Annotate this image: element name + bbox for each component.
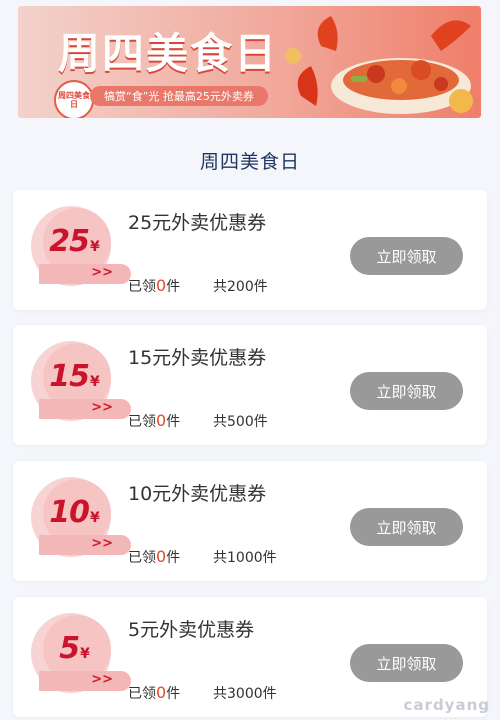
claimed-prefix: 已领 (128, 686, 156, 702)
currency-symbol: ¥ (90, 374, 100, 390)
coupon-amount-value: 25 (49, 224, 90, 259)
double-arrow-icon: >> (91, 536, 113, 551)
claimed-number: 0 (156, 547, 167, 566)
claim-coupon-button[interactable]: 立即领取 (350, 508, 463, 546)
coupon-amount-emblem: >> 5¥ (29, 609, 131, 699)
coupon-total-count: 共200件 (213, 279, 268, 295)
currency-symbol: ¥ (80, 646, 90, 662)
coupon-amount: 10¥ (29, 495, 119, 530)
coupon-total-count: 共1000件 (213, 550, 277, 566)
coupon-amount-value: 5 (59, 631, 80, 666)
claimed-suffix: 件 (166, 279, 181, 295)
currency-symbol: ¥ (90, 239, 100, 255)
emblem-arrow-strip: >> (39, 535, 131, 555)
claimed-prefix: 已领 (128, 279, 156, 295)
claimed-suffix: 件 (166, 686, 181, 702)
coupon-amount: 15¥ (29, 359, 119, 394)
double-arrow-icon: >> (91, 672, 113, 687)
claim-coupon-button[interactable]: 立即领取 (350, 237, 463, 275)
claimed-prefix: 已领 (128, 414, 156, 430)
coupon-amount-emblem: >> 10¥ (29, 473, 131, 563)
coupon-name: 15元外卖优惠券 (128, 347, 267, 369)
banner-logo-text: 周四美食日 (58, 91, 90, 109)
coupon-claimed-count: 已领0件 (128, 276, 180, 296)
coupon-card-25: >> 25¥ 25元外卖优惠券 已领0件 共200件 立即领取 (13, 190, 487, 310)
double-arrow-icon: >> (91, 400, 113, 415)
watermark: cardyang (403, 696, 490, 714)
coupon-name: 5元外卖优惠券 (128, 619, 255, 641)
section-title: 周四美食日 (199, 151, 300, 173)
coupon-name: 10元外卖优惠券 (128, 483, 267, 505)
coupon-total-count: 共500件 (213, 414, 268, 430)
claimed-prefix: 已领 (128, 550, 156, 566)
coupon-amount: 25¥ (29, 224, 119, 259)
coupon-claimed-count: 已领0件 (128, 547, 180, 567)
double-arrow-icon: >> (91, 265, 113, 280)
emblem-arrow-strip: >> (39, 264, 131, 284)
claimed-number: 0 (156, 683, 167, 702)
coupon-amount-value: 10 (49, 495, 90, 530)
claimed-number: 0 (156, 411, 167, 430)
coupon-amount-emblem: >> 25¥ (29, 202, 131, 292)
coupon-claimed-count: 已领0件 (128, 411, 180, 431)
coupon-card-10: >> 10¥ 10元外卖优惠券 已领0件 共1000件 立即领取 (13, 461, 487, 581)
crayfish-food-illustration (285, 16, 473, 114)
claimed-suffix: 件 (166, 414, 181, 430)
banner-title: 周四美食日 (58, 29, 279, 78)
emblem-arrow-strip: >> (39, 399, 131, 419)
banner-logo-badge: 周四美食日 (54, 80, 94, 118)
coupon-name: 25元外卖优惠券 (128, 212, 267, 234)
claim-coupon-button[interactable]: 立即领取 (350, 644, 463, 682)
coupon-card-15: >> 15¥ 15元外卖优惠券 已领0件 共500件 立即领取 (13, 325, 487, 445)
banner-tagline: 犒赏“食”光 抢最高25元外卖券 (90, 86, 268, 106)
currency-symbol: ¥ (90, 510, 100, 526)
coupon-amount-emblem: >> 15¥ (29, 337, 131, 427)
claim-coupon-button[interactable]: 立即领取 (350, 372, 463, 410)
coupon-total-count: 共3000件 (213, 686, 277, 702)
claimed-number: 0 (156, 276, 167, 295)
claimed-suffix: 件 (166, 550, 181, 566)
emblem-arrow-strip: >> (39, 671, 131, 691)
coupon-amount: 5¥ (29, 631, 119, 666)
promo-banner[interactable]: 周四美食日 周四美食日 犒赏“食”光 抢最高25元外卖券 (18, 6, 481, 118)
coupon-claimed-count: 已领0件 (128, 683, 180, 703)
coupon-amount-value: 15 (49, 359, 90, 394)
